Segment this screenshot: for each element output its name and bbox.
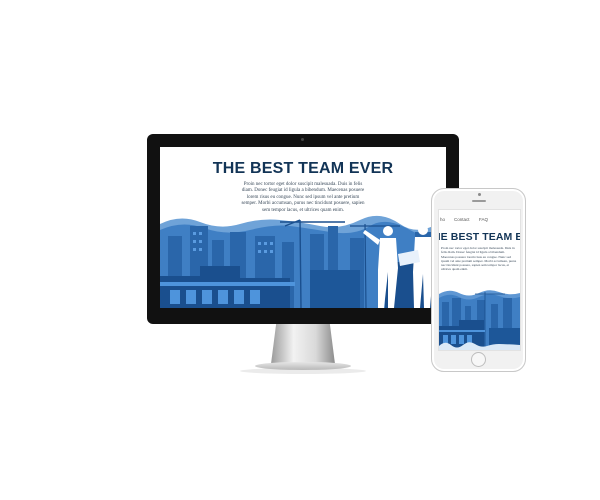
nav-link-faq[interactable]: FAQ	[479, 217, 488, 222]
desktop-screen: THE BEST TEAM EVER Proin nec tortor eget…	[160, 147, 446, 308]
city-illustration	[160, 215, 446, 308]
camera-dot	[301, 138, 304, 141]
speaker-icon	[472, 200, 486, 202]
nav-link-home[interactable]: ho	[440, 217, 445, 222]
nav-link-contact[interactable]: Contact	[454, 217, 470, 222]
camera-icon	[478, 193, 481, 196]
mobile-phone: ho Contact FAQ HE BEST TEAM EVER Proin n…	[431, 188, 526, 372]
mobile-city-illustration	[439, 290, 520, 350]
mobile-hero-title: HE BEST TEAM EVER	[439, 231, 520, 243]
hero-title: THE BEST TEAM EVER	[212, 160, 394, 177]
apple-logo-icon	[297, 310, 308, 321]
mobile-screen: ho Contact FAQ HE BEST TEAM EVER Proin n…	[438, 209, 521, 351]
hero-body-text: Proin nec tortor eget dolor suscipit mal…	[241, 182, 365, 213]
mobile-nav: ho Contact FAQ	[439, 217, 520, 225]
monitor-stand	[271, 324, 335, 364]
mobile-hero-body: Proin nec tortor eget dolor suscipit mal…	[441, 246, 517, 272]
desktop-monitor: THE BEST TEAM EVER Proin nec tortor eget…	[147, 134, 459, 324]
home-button[interactable]	[471, 352, 486, 367]
monitor-base	[255, 362, 351, 370]
